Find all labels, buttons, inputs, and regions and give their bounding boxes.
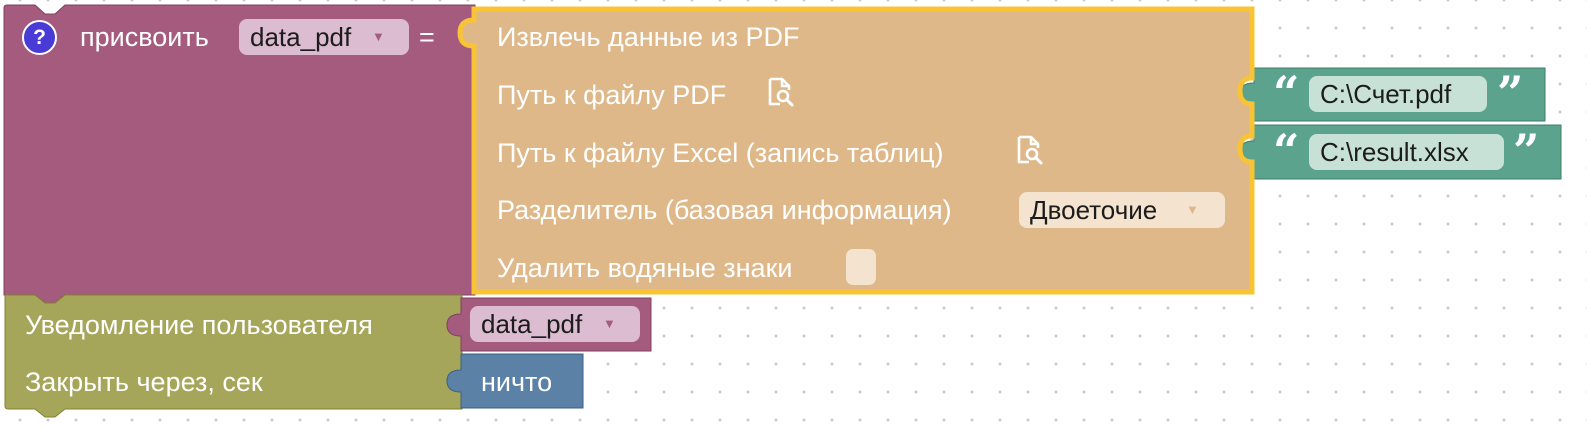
remove-watermarks-label: Удалить водяные знаки: [497, 253, 793, 283]
close-quote-icon: ”: [1497, 66, 1524, 120]
chevron-down-icon: ▼: [603, 316, 616, 331]
file-search-icon[interactable]: [765, 77, 795, 107]
close-after-label: Закрыть через, сек: [25, 367, 263, 397]
assign-label: присвоить: [80, 22, 209, 52]
separator-dropdown[interactable]: Двоеточие ▼: [1019, 192, 1225, 228]
excel-path-label: Путь к файлу Excel (запись таблиц): [497, 138, 944, 168]
null-label: ничто: [481, 367, 553, 397]
open-quote-icon: “: [1273, 66, 1300, 120]
chevron-down-icon: ▼: [1186, 202, 1199, 217]
assign-variable-dropdown[interactable]: data_pdf ▼: [239, 19, 409, 55]
pdf-path-field[interactable]: C:\Счет.pdf: [1309, 76, 1487, 112]
notify-label: Уведомление пользователя: [25, 310, 373, 340]
excel-path-field[interactable]: C:\result.xlsx: [1309, 134, 1504, 170]
close-quote-icon: ”: [1513, 124, 1540, 178]
open-quote-icon: “: [1273, 124, 1300, 178]
pdf-path-label: Путь к файлу PDF: [497, 80, 727, 110]
help-icon[interactable]: ?: [22, 20, 57, 55]
assign-variable-value: data_pdf: [250, 22, 352, 52]
remove-watermarks-checkbox[interactable]: [846, 249, 876, 285]
separator-label: Разделитель (базовая информация): [497, 195, 952, 225]
chevron-down-icon: ▼: [372, 29, 385, 44]
notify-variable-dropdown[interactable]: data_pdf ▼: [470, 306, 640, 342]
assign-equals: =: [419, 22, 435, 52]
file-search-icon[interactable]: [1014, 135, 1044, 165]
separator-value: Двоеточие: [1030, 195, 1158, 225]
notify-variable-value: data_pdf: [481, 309, 583, 339]
extract-pdf-title: Извлечь данные из PDF: [497, 22, 800, 52]
